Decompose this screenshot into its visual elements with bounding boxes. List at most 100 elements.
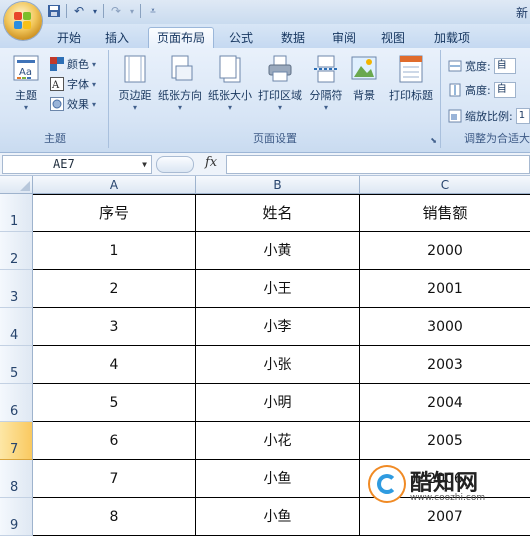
- save-icon[interactable]: [46, 3, 62, 19]
- row-header-9[interactable]: 9: [0, 498, 33, 536]
- tab-insert[interactable]: 插入: [98, 28, 136, 48]
- scale-field[interactable]: 1: [515, 108, 530, 124]
- column-header-c[interactable]: C: [360, 176, 530, 194]
- redo-icon[interactable]: ↷: [108, 3, 124, 19]
- ribbon: Aa 主题 ▾ 颜色 ▾ A 字体 ▾ 效果 ▾ 主题 页边距 ▾ 纸张方向 ▾…: [0, 48, 530, 153]
- size-button[interactable]: 纸张大小 ▾: [206, 54, 254, 112]
- table-cell[interactable]: 小花: [196, 422, 360, 460]
- formula-expand-button[interactable]: [156, 156, 194, 173]
- dialog-launcher-icon[interactable]: ⬊: [430, 136, 437, 145]
- table-cell[interactable]: 4: [33, 346, 196, 384]
- row-header-5[interactable]: 5: [0, 346, 33, 384]
- customize-toolbar-icon[interactable]: ⩡: [145, 3, 161, 19]
- table-cell[interactable]: 小黄: [196, 232, 360, 270]
- redo-dropdown-icon[interactable]: ▾: [128, 3, 136, 19]
- table-cell[interactable]: 小鱼: [196, 498, 360, 536]
- chevron-down-icon: ▾: [323, 103, 328, 112]
- undo-icon[interactable]: ↶: [71, 3, 87, 19]
- watermark-url: www.coozhi.com: [410, 493, 486, 503]
- row-header-6[interactable]: 6: [0, 384, 33, 422]
- table-cell[interactable]: 2005: [360, 422, 530, 460]
- tab-review[interactable]: 审阅: [325, 28, 363, 48]
- width-field[interactable]: 自: [493, 58, 516, 74]
- table-cell[interactable]: 2: [33, 270, 196, 308]
- tab-data[interactable]: 数据: [274, 28, 312, 48]
- table-cell[interactable]: 小明: [196, 384, 360, 422]
- tab-page-layout[interactable]: 页面布局: [148, 27, 214, 49]
- chevron-down-icon[interactable]: ▼: [142, 156, 147, 173]
- separator: [66, 4, 67, 18]
- breaks-button[interactable]: 分隔符 ▾: [306, 54, 346, 112]
- row-number: 2: [10, 252, 19, 267]
- height-field[interactable]: 自: [493, 82, 516, 98]
- width-control[interactable]: 宽度: 自: [448, 58, 516, 74]
- row-number: 1: [10, 214, 19, 229]
- table-cell[interactable]: 3000: [360, 308, 530, 346]
- fonts-icon: A: [50, 77, 64, 91]
- tab-home[interactable]: 开始: [50, 28, 88, 48]
- select-all-corner[interactable]: [0, 176, 33, 194]
- margins-button[interactable]: 页边距 ▾: [114, 54, 156, 112]
- orientation-button[interactable]: 纸张方向 ▾: [156, 54, 204, 112]
- colors-button[interactable]: 颜色 ▾: [50, 56, 96, 72]
- orientation-label: 纸张方向: [158, 89, 202, 102]
- scale-label: 缩放比例:: [465, 110, 513, 123]
- row-header-8[interactable]: 8: [0, 460, 33, 498]
- table-cell[interactable]: 5: [33, 384, 196, 422]
- table-cell[interactable]: 小李: [196, 308, 360, 346]
- table-cell[interactable]: 2004: [360, 384, 530, 422]
- fonts-label: 字体: [67, 78, 89, 91]
- margins-label: 页边距: [118, 89, 152, 102]
- tab-view[interactable]: 视图: [374, 28, 412, 48]
- table-header-cell[interactable]: 销售额: [360, 194, 530, 232]
- table-cell[interactable]: 2003: [360, 346, 530, 384]
- page-breaks-icon: [312, 54, 340, 84]
- table-cell[interactable]: 7: [33, 460, 196, 498]
- table-header-cell[interactable]: 姓名: [196, 194, 360, 232]
- table-header-cell[interactable]: 序号: [33, 194, 196, 232]
- column-header-b[interactable]: B: [196, 176, 360, 194]
- insert-function-icon[interactable]: fx: [205, 155, 217, 170]
- undo-dropdown-icon[interactable]: ▾: [91, 3, 99, 19]
- themes-label: 主题: [15, 89, 37, 102]
- size-label: 纸张大小: [208, 89, 252, 102]
- row-header-3[interactable]: 3: [0, 270, 33, 308]
- row-number: 8: [10, 480, 19, 495]
- table-cell[interactable]: 1: [33, 232, 196, 270]
- print-area-button[interactable]: 打印区域 ▾: [256, 54, 304, 112]
- tab-formulas[interactable]: 公式: [222, 28, 260, 48]
- scale-control[interactable]: 缩放比例: 1: [448, 108, 530, 124]
- row-header-1[interactable]: 1: [0, 194, 33, 232]
- table-cell[interactable]: 小王: [196, 270, 360, 308]
- separator: [140, 4, 141, 18]
- background-button[interactable]: 背景: [346, 54, 382, 103]
- row-header-4[interactable]: 4: [0, 308, 33, 346]
- breaks-label: 分隔符: [309, 89, 343, 102]
- height-control[interactable]: 高度: 自: [448, 82, 516, 98]
- table-cell[interactable]: 6: [33, 422, 196, 460]
- chevron-down-icon: ▾: [92, 99, 97, 109]
- column-header-a[interactable]: A: [33, 176, 196, 194]
- print-titles-label: 打印标题: [389, 89, 433, 102]
- table-cell[interactable]: 小张: [196, 346, 360, 384]
- print-area-label: 打印区域: [258, 89, 302, 102]
- office-button[interactable]: [4, 2, 42, 40]
- fonts-button[interactable]: A 字体 ▾: [50, 76, 96, 92]
- effects-label: 效果: [67, 98, 89, 111]
- themes-button[interactable]: Aa 主题 ▾: [6, 54, 46, 112]
- watermark: 酷知网 www.coozhi.com: [364, 463, 530, 507]
- table-cell[interactable]: 小鱼: [196, 460, 360, 498]
- name-box[interactable]: AE7 ▼: [2, 155, 152, 174]
- row-header-2[interactable]: 2: [0, 232, 33, 270]
- table-cell[interactable]: 8: [33, 498, 196, 536]
- print-titles-button[interactable]: 打印标题: [384, 54, 438, 103]
- table-cell[interactable]: 2000: [360, 232, 530, 270]
- tab-add-ins[interactable]: 加载项: [426, 28, 478, 48]
- formula-input[interactable]: [226, 155, 530, 174]
- effects-button[interactable]: 效果 ▾: [50, 96, 96, 112]
- row-header-7[interactable]: 7: [0, 422, 33, 460]
- chevron-down-icon: ▾: [227, 103, 232, 112]
- printer-icon: [266, 54, 294, 84]
- table-cell[interactable]: 2001: [360, 270, 530, 308]
- table-cell[interactable]: 3: [33, 308, 196, 346]
